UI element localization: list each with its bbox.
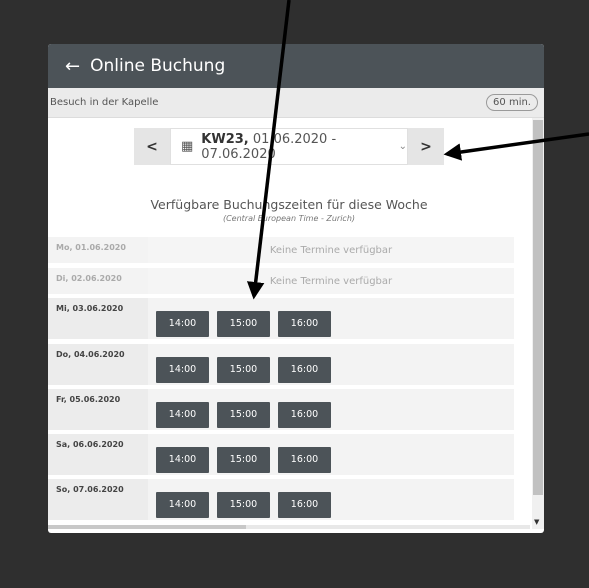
annotation-arrow-left xyxy=(443,132,589,161)
annotation-arrows xyxy=(246,0,589,300)
annotation-arrow-down xyxy=(246,0,291,300)
